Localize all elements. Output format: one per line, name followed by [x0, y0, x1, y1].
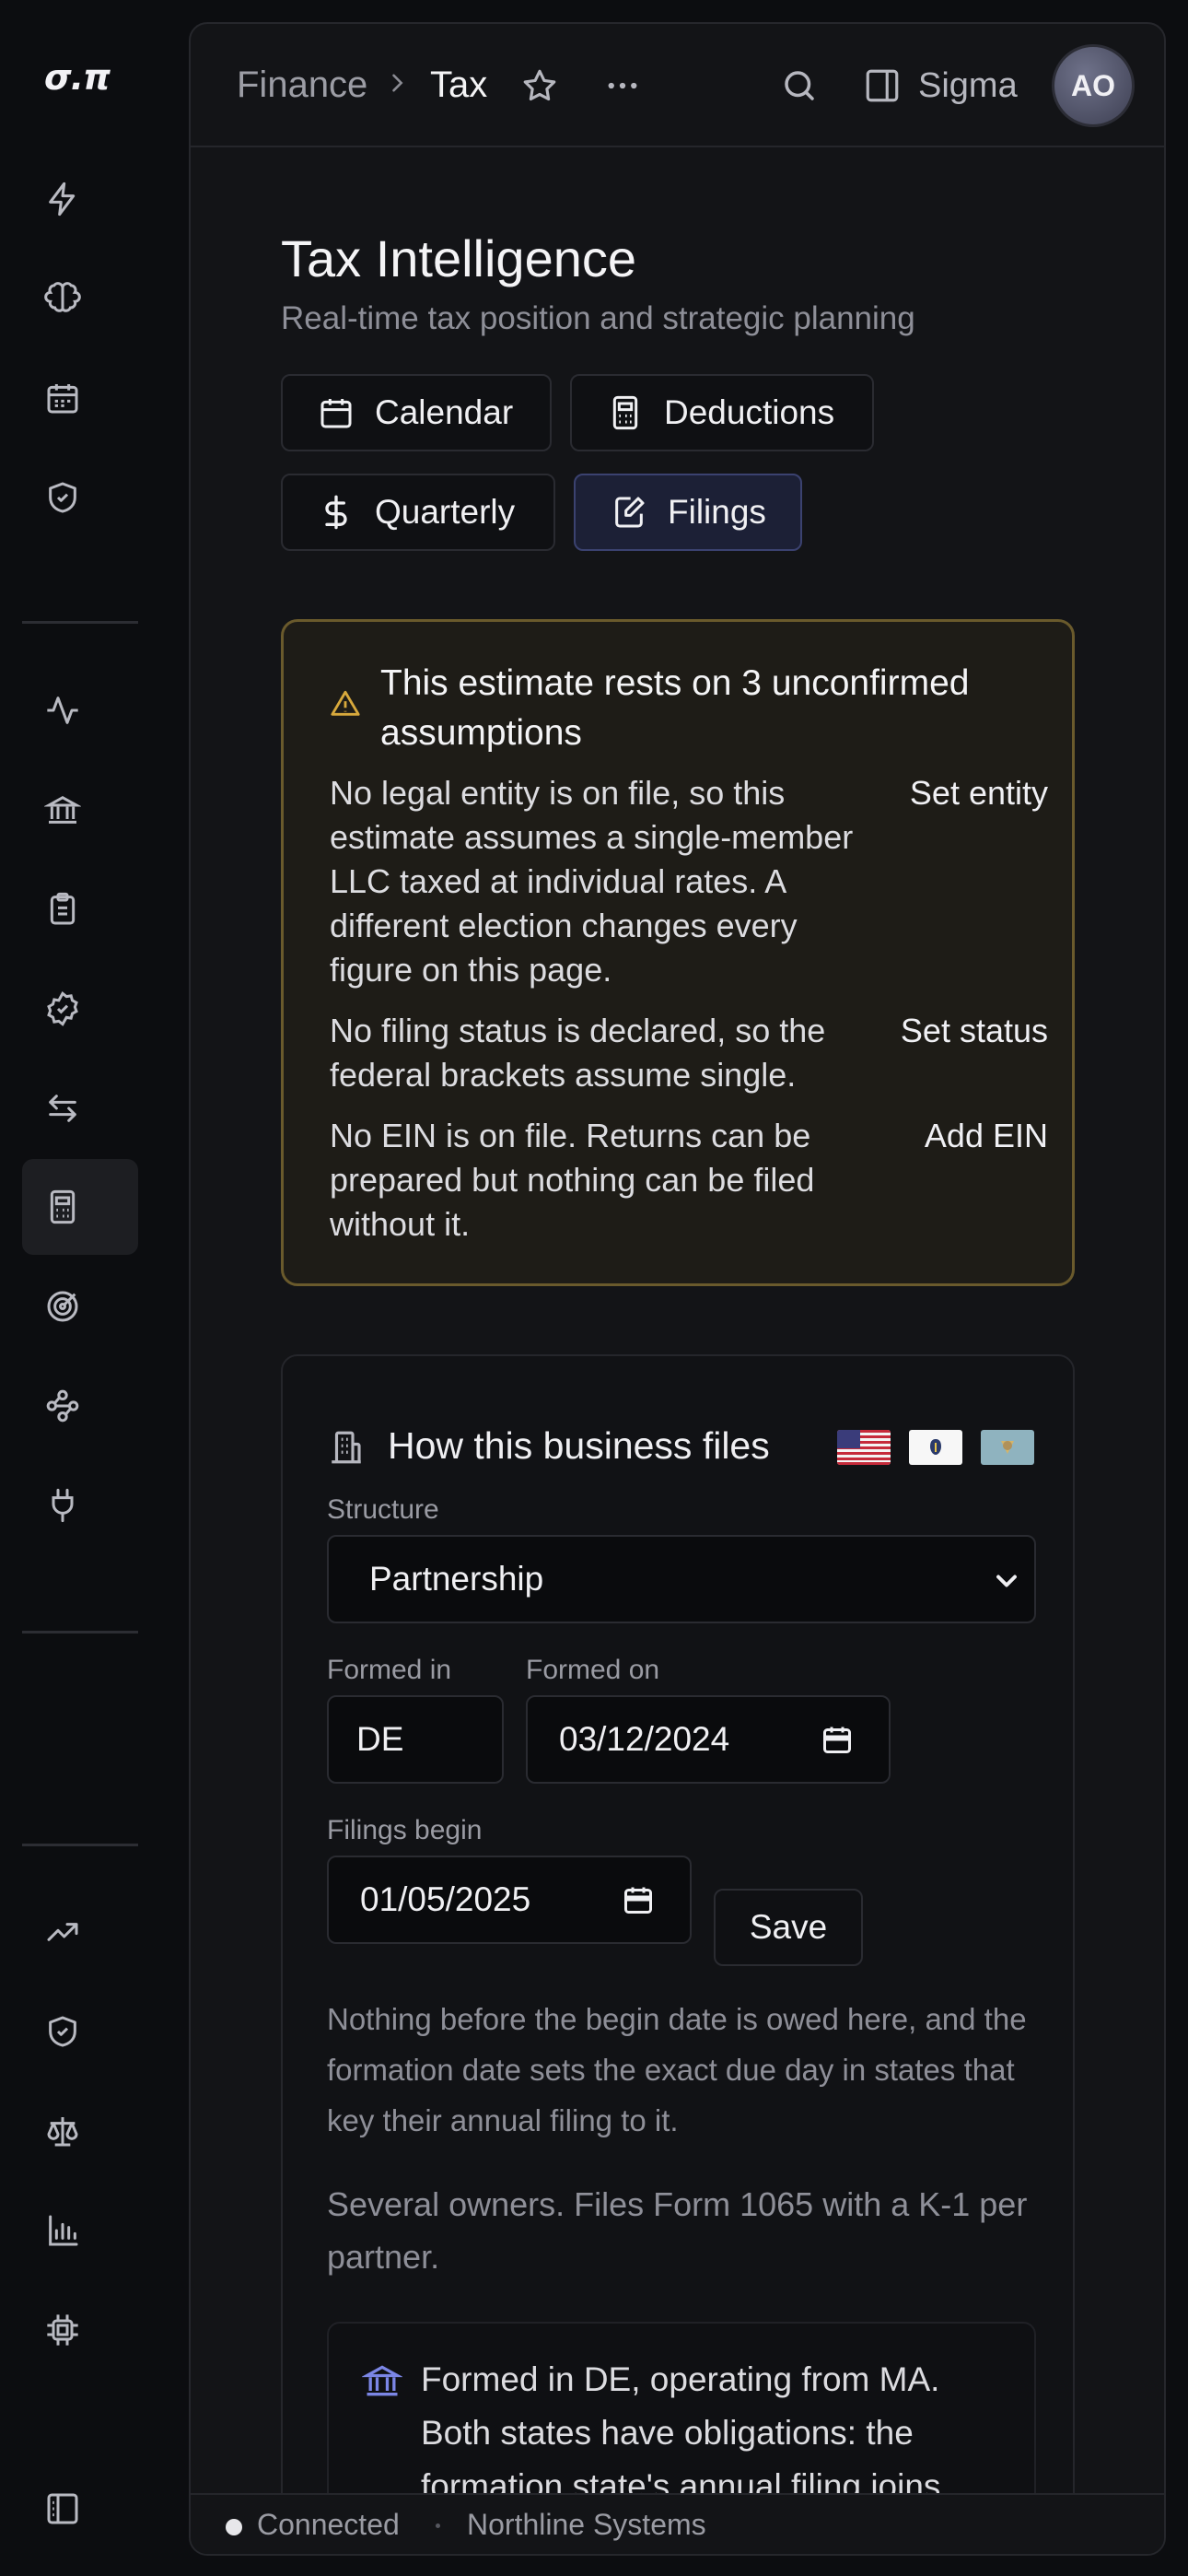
- building-icon: [327, 1428, 366, 1467]
- assumption-text: No filing status is declared, so the fed…: [330, 1012, 826, 1094]
- assumption-row: No legal entity is on file, so this esti…: [330, 771, 1048, 992]
- assumption-text: No EIN is on file. Returns can be prepar…: [330, 1117, 815, 1243]
- sidebar-toggle-icon[interactable]: [22, 2461, 138, 2557]
- filings-begin-date-input[interactable]: 01/05/2025: [327, 1856, 692, 1944]
- formed-on-label: Formed on: [526, 1655, 660, 1685]
- set-entity-button[interactable]: Set entity: [910, 771, 1048, 815]
- connection-status-dot: [226, 2519, 242, 2535]
- chevron-down-icon: [990, 1564, 1023, 1598]
- connection-status: Connected: [257, 2508, 400, 2541]
- calendar-icon: [320, 399, 352, 428]
- formed-on-value: 03/12/2024: [559, 1720, 730, 1758]
- workspace-label[interactable]: Sigma: [918, 66, 1018, 106]
- target-icon[interactable]: [22, 1259, 138, 1354]
- plug-icon[interactable]: [22, 1458, 138, 1553]
- delaware-flag: [981, 1430, 1034, 1465]
- rail-divider: [22, 621, 138, 624]
- edit-doc-icon: [615, 497, 645, 528]
- tab-quarterly[interactable]: Quarterly: [281, 474, 555, 551]
- assumption-row: No EIN is on file. Returns can be prepar…: [330, 1114, 1048, 1247]
- formed-in-label: Formed in: [327, 1655, 452, 1685]
- clipboard-icon[interactable]: [22, 861, 138, 957]
- star-icon[interactable]: [520, 66, 559, 105]
- shield-check-icon[interactable]: [22, 450, 138, 545]
- begin-date-note: Nothing before the begin date is owed he…: [327, 2002, 1027, 2137]
- formed-in-input[interactable]: DE: [327, 1695, 504, 1784]
- filings-begin-value: 01/05/2025: [360, 1880, 531, 1918]
- calendar-icon[interactable]: [22, 350, 138, 446]
- bolt-icon[interactable]: [22, 151, 138, 247]
- status-separator: [436, 2523, 440, 2528]
- calculator-icon[interactable]: [22, 1159, 138, 1255]
- structure-value: Partnership: [369, 1560, 544, 1598]
- rail-divider: [22, 1844, 138, 1846]
- formed-on-date-input[interactable]: 03/12/2024: [526, 1695, 891, 1784]
- chip-icon[interactable]: [22, 2282, 138, 2378]
- card-title: How this business files: [388, 1424, 770, 1467]
- top-bar: Finance Tax Sigma AO: [191, 24, 1164, 147]
- warning-title: This estimate rests on 3 unconfirmed ass…: [380, 663, 970, 753]
- side-rail: σ.π: [0, 0, 189, 2576]
- arrows-swap-icon[interactable]: [22, 1060, 138, 1156]
- tab-deductions[interactable]: Deductions: [570, 374, 874, 451]
- main-panel: Finance Tax Sigma AO Tax Intelligence Re…: [189, 22, 1166, 2556]
- assumption-text: No legal entity is on file, so this esti…: [330, 774, 854, 989]
- filings-begin-label: Filings begin: [327, 1815, 483, 1845]
- status-bar: Connected Northline Systems: [191, 2493, 1164, 2554]
- warning-icon: [330, 688, 361, 720]
- state-note-text: Formed in DE, operating from MA. Both st…: [421, 2360, 941, 2505]
- workflow-icon[interactable]: [22, 1358, 138, 1454]
- bank-icon[interactable]: [22, 762, 138, 858]
- panel-icon[interactable]: [863, 66, 902, 105]
- app-logo[interactable]: σ.π: [44, 57, 111, 98]
- tab-filings[interactable]: Filings: [574, 474, 802, 551]
- add-ein-button[interactable]: Add EIN: [925, 1114, 1048, 1158]
- brain-icon[interactable]: [22, 251, 138, 346]
- tab-label: Deductions: [664, 393, 835, 431]
- tab-label: Calendar: [375, 393, 514, 431]
- structure-select[interactable]: Partnership: [327, 1535, 1036, 1623]
- bank-icon: [362, 2360, 402, 2401]
- calendar-picker-icon[interactable]: [622, 1883, 655, 1916]
- breadcrumb-current: Tax: [430, 64, 488, 105]
- structure-description: Several owners. Files Form 1065 with a K…: [327, 2185, 1028, 2276]
- tab-calendar[interactable]: Calendar: [281, 374, 552, 451]
- avatar[interactable]: AO: [1052, 44, 1135, 127]
- more-icon[interactable]: [603, 66, 642, 105]
- massachusetts-flag: [909, 1430, 962, 1465]
- breadcrumb-parent[interactable]: Finance: [237, 64, 367, 106]
- save-button[interactable]: Save: [714, 1889, 863, 1966]
- page-title: Tax Intelligence: [281, 229, 637, 287]
- activity-icon[interactable]: [22, 662, 138, 758]
- dollar-icon: [325, 495, 347, 530]
- bar-chart-icon[interactable]: [22, 2183, 138, 2278]
- scale-icon[interactable]: [22, 2083, 138, 2179]
- calculator-icon: [612, 395, 638, 430]
- structure-label: Structure: [327, 1494, 439, 1525]
- assumption-row: No filing status is declared, so the fed…: [330, 1009, 1048, 1097]
- assumptions-warning: This estimate rests on 3 unconfirmed ass…: [281, 619, 1075, 1286]
- tab-label: Filings: [668, 493, 766, 531]
- us-flag: [837, 1430, 891, 1465]
- page-subtitle: Real-time tax position and strategic pla…: [281, 300, 915, 336]
- shield-icon[interactable]: [22, 1984, 138, 2079]
- trending-up-icon[interactable]: [22, 1884, 138, 1980]
- badge-check-icon[interactable]: [22, 961, 138, 1057]
- rail-divider: [22, 1631, 138, 1633]
- tab-label: Quarterly: [375, 493, 516, 531]
- calendar-picker-icon[interactable]: [821, 1723, 854, 1756]
- search-icon[interactable]: [780, 66, 819, 105]
- business-filing-card: How this business files Structure Partne…: [281, 1354, 1075, 2554]
- set-status-button[interactable]: Set status: [901, 1009, 1048, 1053]
- company-name[interactable]: Northline Systems: [467, 2508, 706, 2542]
- chevron-right-icon: [384, 70, 410, 96]
